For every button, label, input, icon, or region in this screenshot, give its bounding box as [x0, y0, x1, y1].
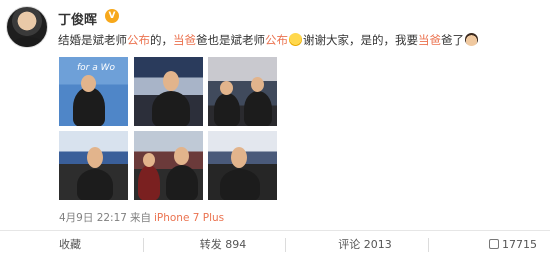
post-meta: 4月9日 22:17 来自 iPhone 7 Plus	[59, 210, 224, 225]
divider	[428, 238, 429, 252]
verified-badge-icon: V	[105, 9, 119, 23]
divider	[143, 238, 144, 252]
smile-emoji-icon	[289, 33, 302, 46]
photo-thumbnail[interactable]	[134, 131, 203, 200]
post-text-segment: 爸了	[441, 33, 464, 47]
source-prefix: 来自	[129, 212, 151, 224]
comment-button[interactable]: 评论 2013	[325, 231, 405, 259]
photo-thumbnail[interactable]	[208, 131, 277, 200]
favorite-button[interactable]: 收藏	[40, 231, 100, 259]
post-text-segment: 的，	[150, 33, 173, 47]
topic-link[interactable]: 公布	[127, 33, 150, 47]
username[interactable]: 丁俊晖	[58, 9, 97, 28]
like-button[interactable]: 17715	[478, 231, 548, 259]
face-emoji-icon	[465, 33, 478, 46]
avatar[interactable]	[6, 6, 48, 48]
post-time[interactable]: 4月9日 22:17	[59, 212, 127, 224]
source-device[interactable]: iPhone 7 Plus	[154, 212, 224, 224]
repost-button[interactable]: 转发 894	[183, 231, 263, 259]
topic-link[interactable]: 当爸	[173, 33, 196, 47]
post-text-segment: 谢谢大家，是的，我要	[303, 33, 418, 47]
photo-banner-text: for a Wo	[77, 63, 116, 73]
post-text-segment: 结婚是斌老师	[58, 33, 127, 47]
photo-thumbnail[interactable]	[59, 131, 128, 200]
post-text: 结婚是斌老师公布的，当爸爸也是斌老师公布 谢谢大家，是的，我要当爸爸了	[58, 32, 479, 48]
topic-link[interactable]: 当爸	[418, 33, 441, 47]
post-text-segment: 爸也是斌老师	[196, 33, 265, 47]
like-count: 17715	[502, 238, 537, 251]
photo-thumbnail[interactable]	[134, 57, 203, 126]
photo-thumbnail[interactable]	[208, 57, 277, 126]
topic-link[interactable]: 公布	[265, 33, 288, 47]
thumbs-up-icon	[489, 239, 499, 249]
photo-thumbnail[interactable]: for a Wo	[59, 57, 128, 126]
divider	[285, 238, 286, 252]
action-bar: 收藏 转发 894 评论 2013 17715	[0, 231, 550, 259]
